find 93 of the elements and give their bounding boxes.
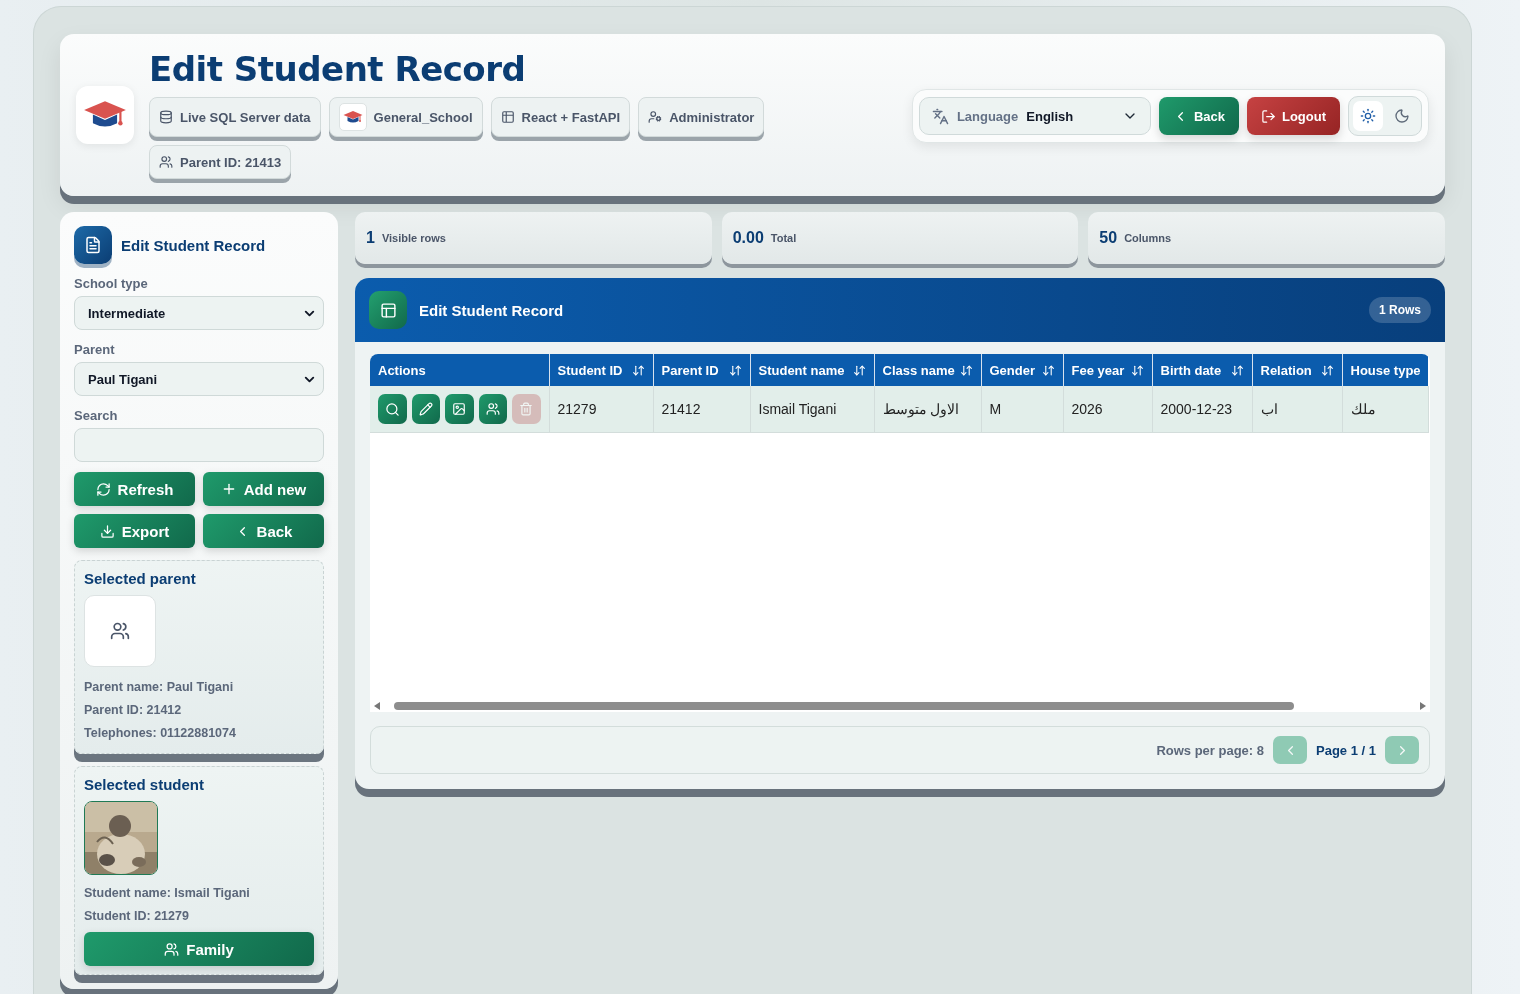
family-button[interactable]: Family <box>84 932 314 966</box>
column-header[interactable]: Class name <box>874 354 981 386</box>
column-header: Actions <box>370 354 549 386</box>
users-icon <box>159 155 173 169</box>
column-header[interactable]: Birth date <box>1152 354 1252 386</box>
pencil-icon <box>418 402 433 416</box>
column-header[interactable]: Student ID <box>549 354 653 386</box>
stat-label: Total <box>770 232 797 244</box>
logout-icon <box>1260 108 1276 124</box>
user-gear-icon <box>648 110 663 124</box>
column-header[interactable]: Gender <box>981 354 1063 386</box>
select-field[interactable]: Paul Tigani <box>74 362 324 396</box>
sidebar-title: Edit Student Record <box>121 236 266 254</box>
selected-language: English <box>1026 108 1075 124</box>
table-cell: ملك <box>1342 386 1428 433</box>
stat-value: 0.00 <box>732 229 764 247</box>
column-header[interactable]: Relation <box>1252 354 1342 386</box>
table-cell: اب <box>1252 386 1342 433</box>
users-icon <box>164 941 180 957</box>
users-icon <box>485 402 500 416</box>
table-icon <box>369 291 407 329</box>
select-field[interactable]: Intermediate <box>74 296 324 330</box>
download-icon <box>99 523 115 539</box>
refresh-icon <box>95 481 111 497</box>
translate-icon <box>931 107 949 125</box>
table-cell: 2026 <box>1063 386 1152 433</box>
info-line: Student name: Ismail Tigani <box>84 885 251 902</box>
panel-title: Edit Student Record <box>419 301 564 319</box>
column-header[interactable]: Fee year <box>1063 354 1152 386</box>
column-header: House type <box>1342 354 1428 386</box>
badge-label: Parent ID: 21413 <box>180 154 282 170</box>
row-count: 1 Rows <box>1369 297 1431 323</box>
sun-icon <box>1360 108 1376 124</box>
image-button[interactable] <box>445 394 474 424</box>
column-header[interactable]: Student name <box>750 354 874 386</box>
export-button[interactable]: Export <box>74 514 195 548</box>
refresh-button[interactable]: Refresh <box>74 472 195 506</box>
column-header[interactable]: Parent ID <box>653 354 750 386</box>
stat-value: 1 <box>366 229 375 247</box>
stat-label: Visible rows <box>381 232 446 244</box>
language-label: Language <box>956 108 1019 124</box>
table-cell: الاول متوسط <box>874 386 981 433</box>
sort-icon <box>1130 363 1144 377</box>
search-icon <box>384 401 400 417</box>
add-button[interactable]: Add new <box>203 472 324 506</box>
moon-icon <box>1394 108 1410 124</box>
sort-icon <box>852 363 866 377</box>
database-icon <box>159 110 173 124</box>
back-button[interactable]: Back <box>203 514 324 548</box>
language-select[interactable]: Language English <box>918 97 1151 135</box>
info-line: Parent name: Paul Tigani <box>84 679 235 696</box>
info-line: Student ID: 21279 <box>84 908 190 925</box>
field-label: School type <box>74 276 149 291</box>
card-title: Selected parent <box>84 570 197 587</box>
light-mode-button[interactable] <box>1353 101 1383 131</box>
page-title: Edit Student Record <box>149 48 527 90</box>
family-button[interactable] <box>478 394 507 424</box>
stat-value: 50 <box>1099 229 1118 247</box>
info-line: Telephones: 01122881074 <box>84 725 237 742</box>
badge-label: React + FastAPI <box>521 109 621 125</box>
table-cell: Ismail Tigani <box>750 386 874 433</box>
scroll-right-icon[interactable] <box>1420 702 1426 710</box>
sort-icon <box>631 363 645 377</box>
sort-icon <box>1041 363 1055 377</box>
edit-button[interactable] <box>411 394 440 424</box>
table-cell: M <box>981 386 1063 433</box>
badge-label: General_School <box>373 109 473 125</box>
info-line: Parent ID: 21412 <box>84 702 183 719</box>
sort-icon <box>1230 363 1244 377</box>
table-cell: 2000-12-23 <box>1152 386 1252 433</box>
rows-per-page: Rows per page: 8 <box>1156 742 1264 758</box>
logout-button[interactable]: Logout <box>1246 97 1340 135</box>
sort-icon <box>728 363 742 377</box>
badge-label: Live SQL Server data <box>180 109 311 125</box>
search-field[interactable] <box>74 428 324 462</box>
trash-icon <box>519 402 534 416</box>
image-icon <box>452 402 467 416</box>
table-cell: 21412 <box>653 386 750 433</box>
field-label: Search <box>74 408 119 423</box>
users-icon <box>110 621 130 641</box>
sort-icon <box>1320 363 1334 377</box>
field-label: Parent <box>74 342 116 357</box>
badge-label: Administrator <box>669 109 755 125</box>
sort-icon <box>959 363 973 377</box>
back-button[interactable]: Back <box>1158 97 1239 135</box>
table-icon <box>500 110 515 124</box>
card-title: Selected student <box>84 776 206 793</box>
page-indicator: Page 1 / 1 <box>1316 742 1376 758</box>
stat-label: Columns <box>1124 232 1172 244</box>
table-cell: 21279 <box>549 386 653 433</box>
scroll-left-icon[interactable] <box>374 702 380 710</box>
graduation-cap-icon <box>342 109 363 125</box>
view-button[interactable] <box>378 394 407 424</box>
